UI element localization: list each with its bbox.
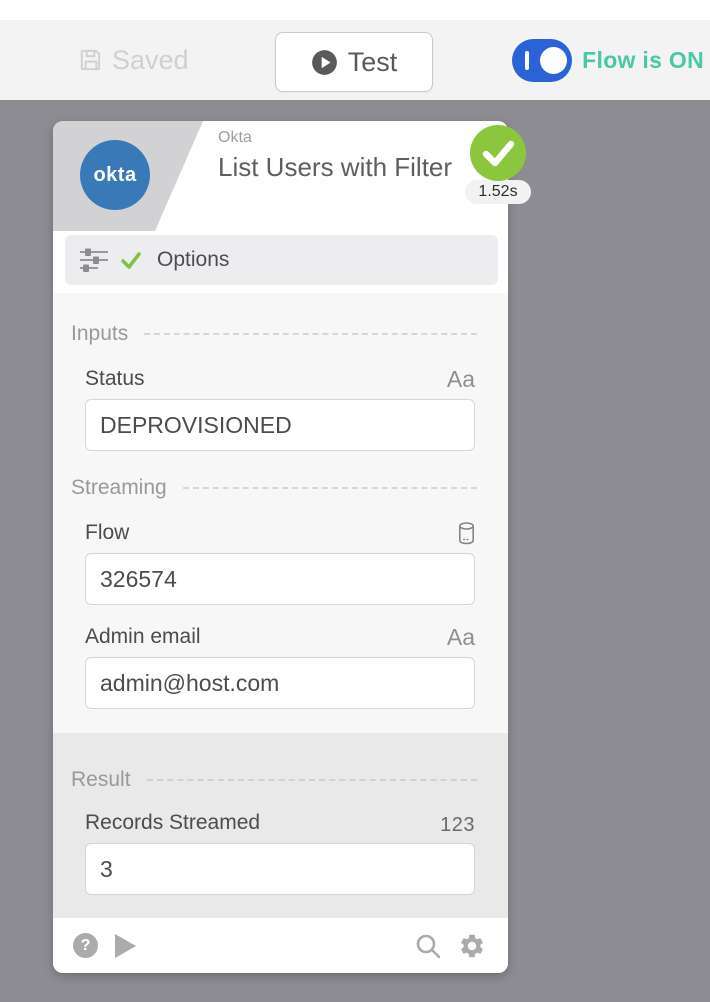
flow-field-label: Flow [85, 521, 129, 545]
options-section: Options [53, 231, 508, 293]
database-icon [458, 522, 475, 545]
section-divider [183, 487, 477, 489]
okta-action-card: okta Okta List Users with Filter 1.52s [53, 121, 508, 973]
admin-email-field-label: Admin email [85, 625, 201, 649]
save-floppy-icon [78, 47, 104, 73]
result-section-header: Result [71, 767, 489, 793]
records-streamed-field: Records Streamed 123 [85, 805, 475, 895]
inputs-section-header: Inputs [71, 321, 489, 347]
test-play-icon [311, 49, 338, 76]
admin-email-field: Admin email Aa [85, 619, 475, 709]
flow-on-toggle[interactable] [512, 39, 572, 82]
header-text: Okta List Users with Filter [218, 129, 458, 185]
result-section-label: Result [71, 768, 131, 792]
text-type-indicator: Aa [447, 368, 475, 391]
execution-time-badge: 1.52s [465, 180, 531, 204]
okta-logo-text: okta [93, 164, 136, 187]
toolbar: Saved Test Flow is ON [0, 20, 710, 100]
flow-toggle-group: Flow is ON [512, 20, 704, 100]
card-header: okta Okta List Users with Filter 1.52s [53, 121, 508, 231]
section-divider [147, 779, 477, 781]
records-streamed-input[interactable] [85, 843, 475, 895]
success-check-icon [470, 125, 526, 181]
header-accent-diagonal [155, 121, 203, 231]
top-strip [0, 0, 710, 20]
saved-label: Saved [112, 45, 189, 76]
inputs-section-label: Inputs [71, 322, 128, 346]
admin-email-input[interactable] [85, 657, 475, 709]
options-check-icon [121, 252, 141, 269]
help-icon[interactable]: ? [73, 933, 98, 958]
text-type-indicator: Aa [447, 626, 475, 649]
card-title: List Users with Filter [218, 149, 458, 185]
play-icon[interactable] [115, 934, 136, 958]
status-field: Status Aa [85, 361, 475, 451]
gear-icon[interactable] [458, 932, 486, 960]
options-bar[interactable]: Options [65, 235, 498, 285]
flow-field: Flow [85, 515, 475, 605]
result-panel: Result Records Streamed 123 [53, 733, 508, 918]
options-label: Options [157, 248, 229, 272]
okta-logo: okta [80, 140, 150, 210]
section-divider [144, 333, 477, 335]
search-icon[interactable] [414, 932, 442, 960]
flow-input[interactable] [85, 553, 475, 605]
sliders-icon [79, 247, 109, 273]
inputs-streaming-panel: Inputs Status Aa Streaming Flow [53, 293, 508, 733]
number-type-indicator: 123 [440, 815, 475, 835]
status-input[interactable] [85, 399, 475, 451]
card-footer: ? [53, 918, 508, 973]
test-button[interactable]: Test [275, 32, 433, 92]
status-field-label: Status [85, 367, 145, 391]
records-streamed-label: Records Streamed [85, 811, 260, 835]
streaming-section-header: Streaming [71, 475, 489, 501]
flow-canvas: okta Okta List Users with Filter 1.52s [0, 100, 710, 1002]
saved-button: Saved [78, 20, 189, 100]
execution-time: 1.52s [478, 183, 517, 201]
streaming-section-label: Streaming [71, 476, 167, 500]
test-label: Test [348, 47, 398, 78]
app-name-label: Okta [218, 129, 458, 147]
flow-status-label: Flow is ON [582, 47, 704, 74]
toggle-on-bar [525, 51, 529, 70]
toggle-knob [540, 47, 567, 74]
